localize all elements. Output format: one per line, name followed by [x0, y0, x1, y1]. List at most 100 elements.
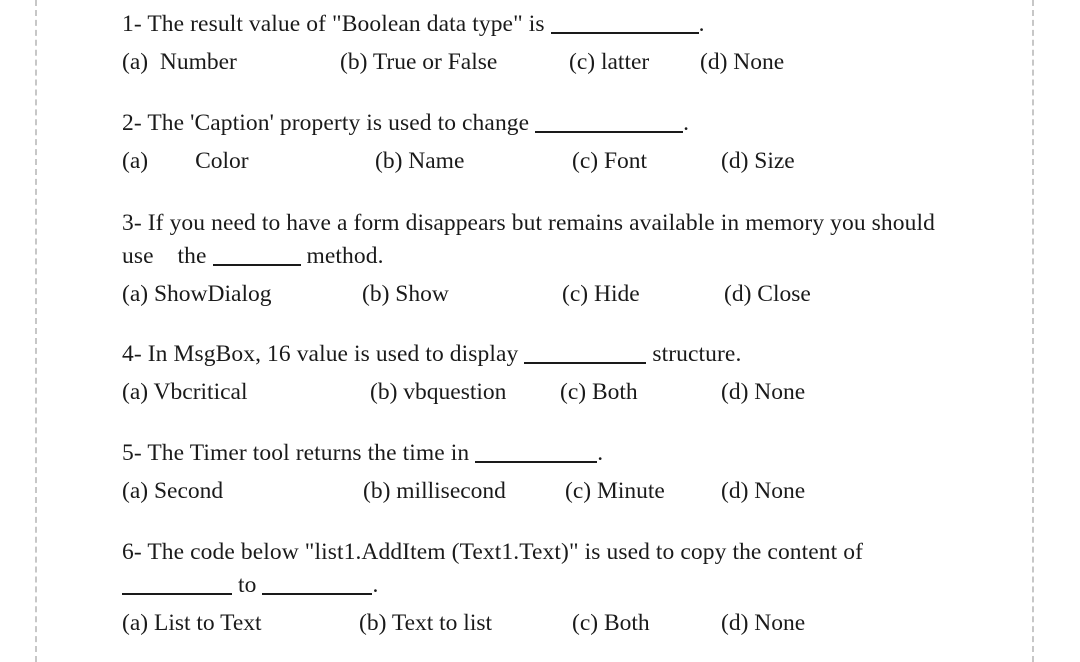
scan-edge-right [1032, 0, 1034, 662]
option-label: (b) [370, 379, 398, 405]
question-4-stem-tail: structure. [646, 341, 742, 367]
question-5-blank [475, 444, 598, 463]
question-5-stem-tail: . [597, 440, 604, 466]
option-label: (c) [572, 610, 599, 636]
question-1-stem: 1- The result value of "Boolean data typ… [122, 8, 1022, 41]
question-1-blank [550, 15, 699, 34]
question-2-option-d[interactable]: (d) Size [721, 145, 795, 178]
question-6-blank-1 [122, 576, 232, 595]
question-5-options: (a) Second (b) millisecond (c) Minute (d… [122, 475, 1022, 508]
question-2: 2- The 'Caption' property is used to cha… [122, 107, 1022, 178]
question-6: 6- The code below "list1.AddItem (Text1.… [122, 536, 1022, 640]
question-2-blank [535, 114, 684, 133]
option-text: None [748, 610, 806, 636]
option-text: Show [389, 281, 449, 307]
question-1-option-a[interactable]: (a) Number [122, 46, 237, 79]
question-5-stem: 5- The Timer tool returns the time in . [122, 437, 1022, 470]
option-label: (c) [565, 478, 592, 504]
question-5-option-a[interactable]: (a) Second [122, 475, 223, 508]
question-3-blank [212, 247, 301, 266]
question-6-option-a[interactable]: (a) List to Text [122, 607, 262, 640]
option-label: (a) [122, 379, 149, 405]
question-3-option-a[interactable]: (a) ShowDialog [122, 278, 271, 311]
question-5-option-d[interactable]: (d) None [721, 475, 805, 508]
option-text: Number [148, 49, 237, 75]
option-label: (a) [122, 281, 149, 307]
option-text: None [727, 49, 785, 75]
option-text: Hide [588, 281, 640, 307]
question-3: 3- If you need to have a form disappears… [122, 207, 1022, 311]
option-text: None [748, 478, 806, 504]
question-5-stem-text: 5- The Timer tool returns the time in [122, 440, 476, 466]
question-3-option-d[interactable]: (d) Close [724, 278, 811, 311]
question-1-option-b[interactable]: (b) True or False [340, 46, 497, 79]
option-text: millisecond [390, 478, 506, 504]
scan-edge-left [35, 0, 37, 662]
question-6-options: (a) List to Text (b) Text to list (c) Bo… [122, 607, 1022, 640]
question-5: 5- The Timer tool returns the time in . … [122, 437, 1022, 508]
option-label: (d) [721, 379, 749, 405]
question-1: 1- The result value of "Boolean data typ… [122, 8, 1022, 79]
question-1-option-d[interactable]: (d) None [700, 46, 784, 79]
option-label: (b) [359, 610, 387, 636]
question-4-option-d[interactable]: (d) None [721, 376, 805, 409]
option-text: Both [586, 379, 638, 405]
question-1-option-c[interactable]: (c) latter [569, 46, 649, 79]
option-label: (b) [362, 281, 390, 307]
question-6-stem-line1: 6- The code below "list1.AddItem (Text1.… [122, 539, 864, 565]
question-4: 4- In MsgBox, 16 value is used to displa… [122, 338, 1022, 409]
question-2-options: (a) Color (b) Name (c) Font (d) Size [122, 145, 1022, 178]
question-4-stem: 4- In MsgBox, 16 value is used to displa… [122, 338, 1022, 371]
question-4-option-c[interactable]: (c) Both [560, 376, 638, 409]
question-1-options: (a) Number (b) True or False (c) latter … [122, 46, 1022, 79]
question-6-stem-line2-after: . [372, 572, 379, 598]
exam-page: 1- The result value of "Boolean data typ… [0, 0, 1080, 662]
question-2-stem: 2- The 'Caption' property is used to cha… [122, 107, 1022, 140]
question-2-stem-text: 2- The 'Caption' property is used to cha… [122, 110, 536, 136]
option-label: (d) [721, 478, 749, 504]
question-2-option-a[interactable]: (a) Color [122, 145, 249, 178]
question-6-option-d[interactable]: (d) None [721, 607, 805, 640]
question-3-option-c[interactable]: (c) Hide [562, 278, 640, 311]
option-text: Name [402, 148, 465, 174]
question-1-stem-text: 1- The result value of "Boolean data typ… [122, 11, 551, 37]
question-3-stem-line2-before: use the [122, 243, 213, 269]
question-3-stem-line2: use the method. [122, 240, 1022, 273]
question-6-stem-line2: to . [122, 569, 1022, 602]
option-text: Size [748, 148, 795, 174]
option-text: ShowDialog [148, 281, 272, 307]
question-5-option-c[interactable]: (c) Minute [565, 475, 665, 508]
question-6-blank-2 [262, 576, 373, 595]
question-6-stem-line2-middle: to [232, 572, 263, 598]
option-label: (b) [363, 478, 391, 504]
option-text: List to Text [148, 610, 262, 636]
question-1-stem-tail: . [698, 11, 705, 37]
option-text: latter [595, 49, 650, 75]
question-2-stem-tail: . [683, 110, 690, 136]
question-4-option-a[interactable]: (a) Vbcritical [122, 376, 248, 409]
option-label: (d) [721, 148, 749, 174]
option-label: (c) [562, 281, 589, 307]
question-6-option-c[interactable]: (c) Both [572, 607, 650, 640]
question-4-option-b[interactable]: (b) vbquestion [370, 376, 506, 409]
question-3-option-b[interactable]: (b) Show [362, 278, 449, 311]
option-label: (c) [560, 379, 587, 405]
option-text: None [748, 379, 806, 405]
question-2-option-c[interactable]: (c) Font [572, 145, 647, 178]
option-label: (a) [122, 478, 149, 504]
option-text: Close [751, 281, 811, 307]
question-3-stem-line1: 3- If you need to have a form disappears… [122, 210, 935, 236]
option-label: (a) [122, 49, 149, 75]
question-4-options: (a) Vbcritical (b) vbquestion (c) Both (… [122, 376, 1022, 409]
option-text: True or False [367, 49, 498, 75]
option-text: vbquestion [397, 379, 507, 405]
question-5-option-b[interactable]: (b) millisecond [363, 475, 506, 508]
question-6-option-b[interactable]: (b) Text to list [359, 607, 492, 640]
option-label: (a) [122, 610, 149, 636]
question-2-option-b[interactable]: (b) Name [375, 145, 464, 178]
option-label: (d) [724, 281, 752, 307]
option-label: (b) [375, 148, 403, 174]
option-text: Second [148, 478, 224, 504]
question-4-stem-text: 4- In MsgBox, 16 value is used to displa… [122, 341, 525, 367]
option-label: (d) [721, 610, 749, 636]
